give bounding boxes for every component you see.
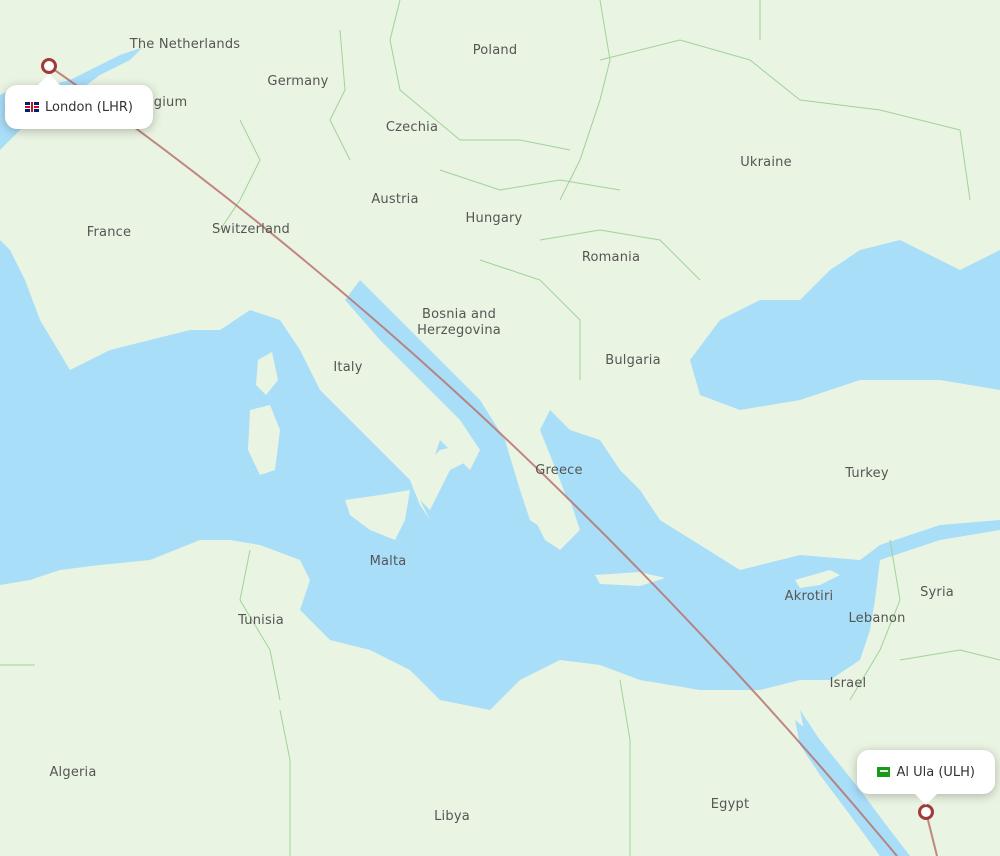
destination-label: Al Ula (ULH)	[896, 764, 975, 780]
country-label-malta: Malta	[369, 554, 407, 569]
country-label-lebanon: Lebanon	[848, 611, 906, 626]
country-label-bulgaria: Bulgaria	[605, 353, 661, 368]
destination-popup[interactable]: Al Ula (ULH)	[857, 750, 995, 805]
country-label-hungary: Hungary	[465, 211, 523, 226]
country-label-bosnia: Bosnia and Herzegovina	[417, 307, 501, 338]
country-label-germany: Germany	[267, 74, 329, 89]
country-label-switzerland: Switzerland	[211, 222, 291, 237]
country-label-syria: Syria	[920, 585, 954, 600]
origin-pin-icon[interactable]	[41, 58, 57, 74]
country-label-austria: Austria	[371, 192, 419, 207]
country-label-ukraine: Ukraine	[740, 155, 792, 170]
country-label-turkey: Turkey	[845, 466, 889, 481]
origin-label: London (LHR)	[45, 99, 133, 115]
country-label-netherlands: The Netherlands	[129, 37, 241, 52]
origin-popup[interactable]: London (LHR)	[5, 74, 153, 129]
map-canvas[interactable]	[0, 0, 1000, 856]
country-label-israel: Israel	[829, 676, 867, 691]
country-label-poland: Poland	[472, 43, 518, 58]
destination-pin-icon[interactable]	[918, 804, 934, 820]
country-label-libya: Libya	[434, 809, 470, 824]
country-label-romania: Romania	[581, 250, 641, 265]
country-label-france: France	[86, 225, 132, 240]
saudi-arabia-flag-icon	[877, 767, 891, 777]
country-label-tunisia: Tunisia	[238, 613, 284, 628]
country-label-italy: Italy	[333, 360, 363, 375]
country-label-egypt: Egypt	[710, 797, 750, 812]
country-label-czechia: Czechia	[385, 120, 439, 135]
country-label-akrotiri: Akrotiri	[784, 589, 834, 604]
country-label-algeria: Algeria	[49, 765, 97, 780]
uk-flag-icon	[25, 102, 39, 112]
country-label-greece: Greece	[535, 463, 583, 478]
